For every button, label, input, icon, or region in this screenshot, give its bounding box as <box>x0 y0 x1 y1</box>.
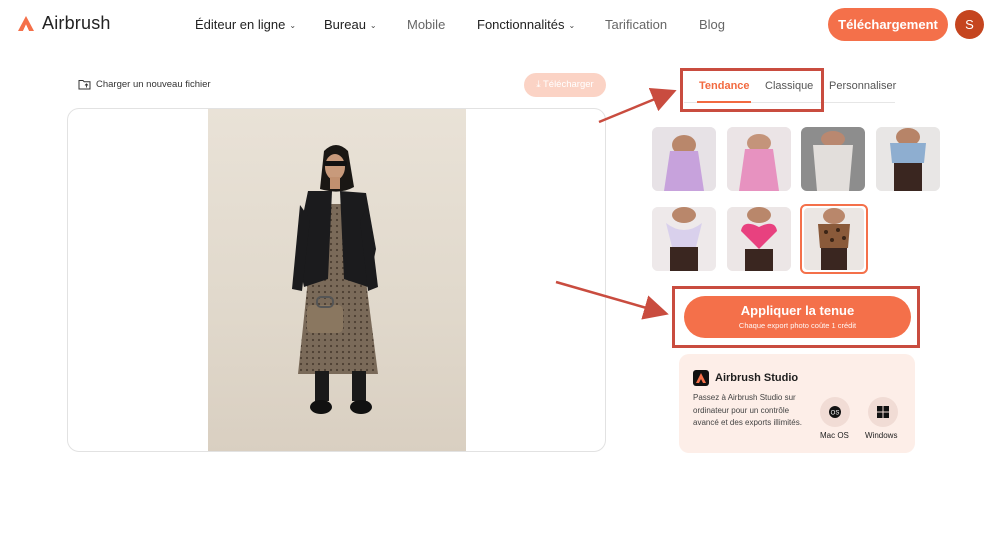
apple-icon: OS <box>829 406 841 418</box>
outfit-thumb-butterfly-top[interactable] <box>652 207 716 271</box>
outfit-thumb-leopard-cami[interactable] <box>800 204 868 274</box>
airbrush-studio-promo: Airbrush Studio Passez à Airbrush Studio… <box>679 354 915 453</box>
studio-description: Passez à Airbrush Studio sur ordinateur … <box>693 393 802 427</box>
mac-os-download-button[interactable]: OS <box>820 397 850 427</box>
windows-icon <box>877 406 889 418</box>
outfit-preview <box>876 127 940 191</box>
apply-outfit-cost-note: Chaque export photo coûte 1 crédit <box>738 321 857 330</box>
outfit-preview <box>652 127 716 191</box>
windows-download-button[interactable] <box>868 397 898 427</box>
outfit-thumb-white-lace-dress[interactable] <box>801 127 865 191</box>
arrow-to-apply <box>555 280 669 320</box>
windows-label: Windows <box>865 431 898 440</box>
outfit-preview <box>727 127 791 191</box>
outfit-thumb-pink-satin-dress[interactable] <box>727 127 791 191</box>
outfit-preview <box>804 208 864 270</box>
apply-outfit-button[interactable]: Appliquer la tenue Chaque export photo c… <box>684 296 911 338</box>
outfit-preview-wrap <box>804 208 864 270</box>
studio-title: Airbrush Studio <box>715 372 799 384</box>
outfit-preview <box>801 127 865 191</box>
outfit-preview <box>727 207 791 271</box>
outfit-thumb-pink-heart-top[interactable] <box>727 207 791 271</box>
studio-header: Airbrush Studio <box>693 370 798 386</box>
outfit-preview <box>652 207 716 271</box>
airbrush-studio-logo-icon <box>693 370 709 386</box>
apply-outfit-label: Appliquer la tenue <box>740 303 855 318</box>
mac-os-label: Mac OS <box>820 431 849 440</box>
outfit-thumb-denim-bow-top[interactable] <box>876 127 940 191</box>
arrow-to-tabs <box>598 88 677 124</box>
svg-text:OS: OS <box>831 411 840 417</box>
outfit-thumb-lilac-slip-dress[interactable] <box>652 127 716 191</box>
